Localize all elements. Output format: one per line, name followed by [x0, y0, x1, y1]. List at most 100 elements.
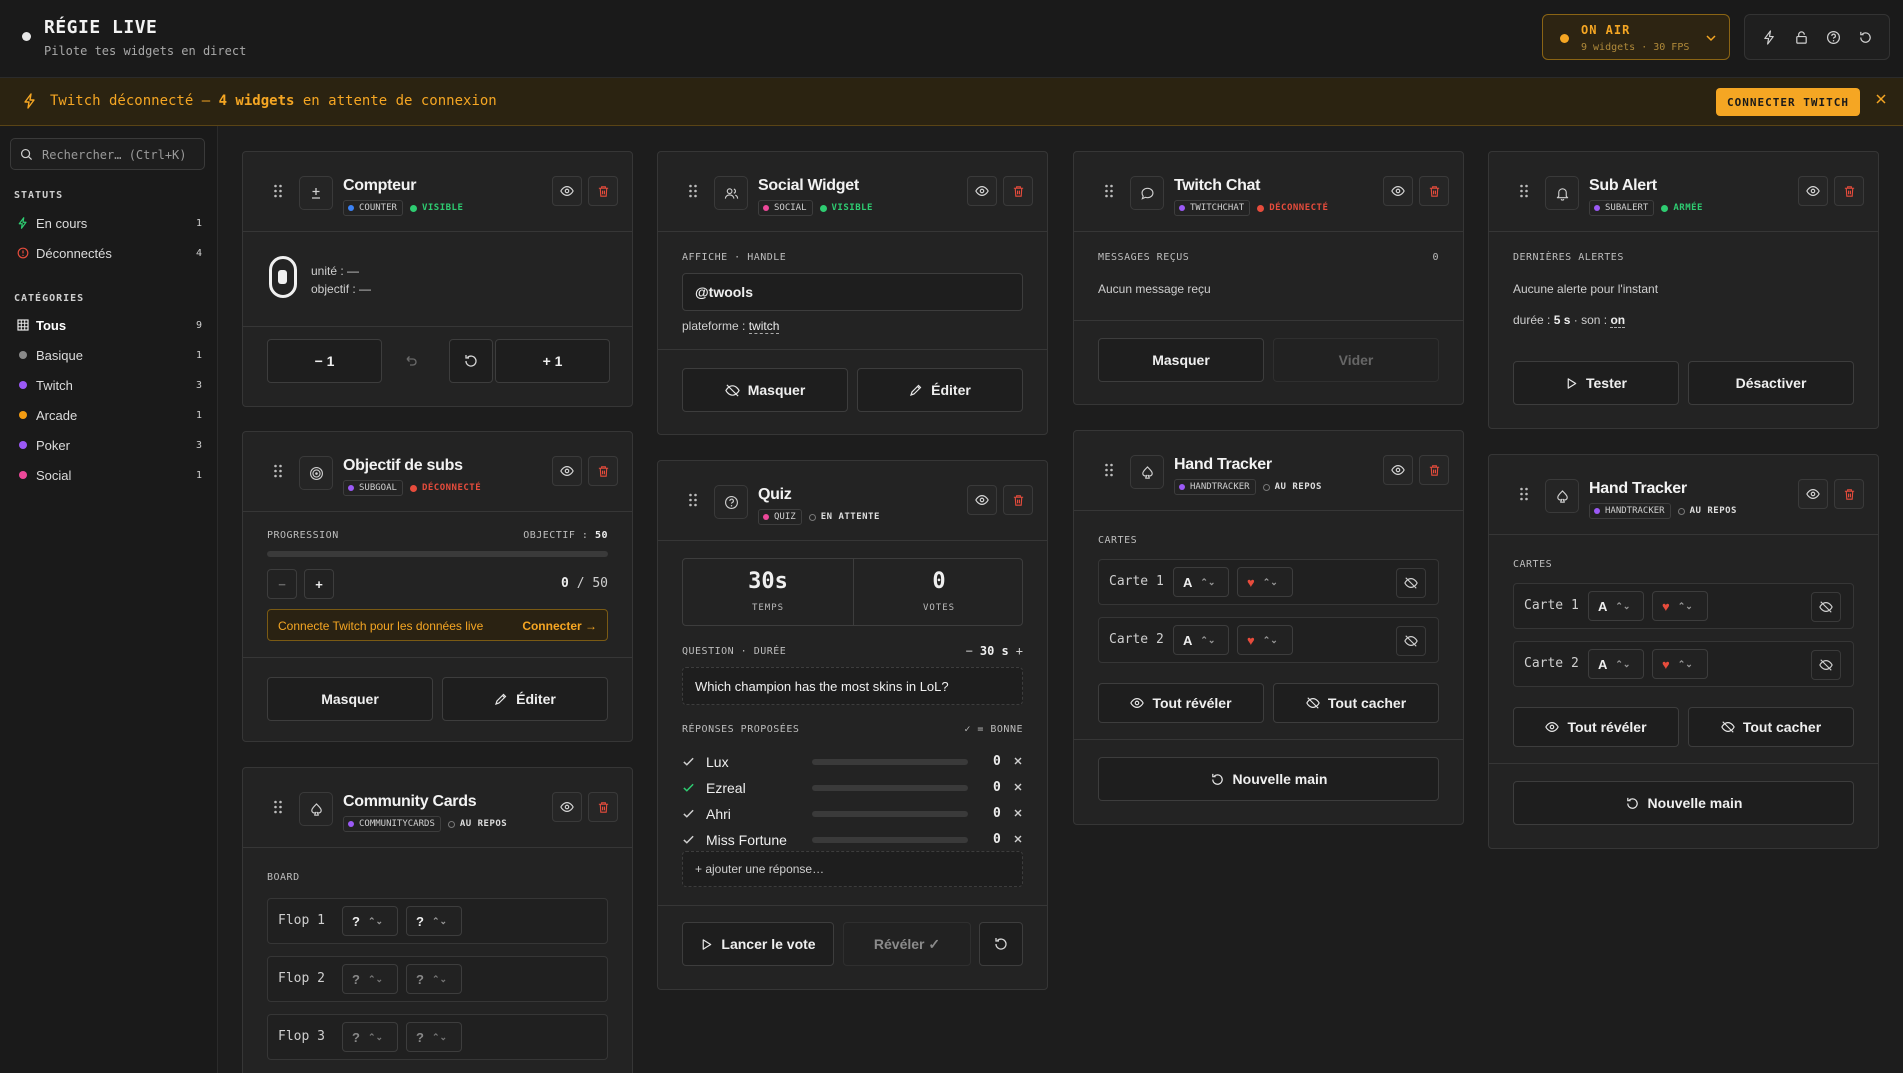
new-hand-button[interactable]: Nouvelle main	[1098, 757, 1439, 801]
hide-card-button[interactable]	[1396, 626, 1426, 656]
drag-handle-icon[interactable]	[1104, 463, 1114, 477]
check-icon[interactable]	[682, 807, 695, 820]
handle-field[interactable]: @twools	[682, 273, 1023, 311]
reset-button[interactable]	[979, 922, 1023, 966]
connect-link[interactable]: Connecter →	[522, 619, 597, 633]
hide-button[interactable]: Masquer	[682, 368, 848, 412]
connect-twitch-button[interactable]: CONNECTER TWITCH	[1716, 88, 1860, 116]
drag-handle-icon[interactable]	[273, 184, 283, 198]
reveal-all-button[interactable]: Tout révéler	[1098, 683, 1264, 723]
increment-goal-button[interactable]: +	[304, 569, 334, 599]
hide-button[interactable]: Masquer	[1098, 338, 1264, 382]
new-hand-button[interactable]: Nouvelle main	[1513, 781, 1854, 825]
delete-button[interactable]	[1419, 176, 1449, 206]
decrement-goal-button[interactable]: −	[267, 569, 297, 599]
hide-all-button[interactable]: Tout cacher	[1273, 683, 1439, 723]
check-icon[interactable]	[682, 755, 695, 768]
unlock-icon[interactable]	[1787, 23, 1815, 51]
remove-answer-icon[interactable]	[1013, 756, 1023, 766]
on-air-selector[interactable]: ON AIR 9 widgets · 30 FPS	[1542, 14, 1730, 60]
card-suit-select[interactable]: ? ⌃⌄	[406, 906, 462, 936]
reveal-button[interactable]: Révéler ✓	[843, 922, 971, 966]
drag-handle-icon[interactable]	[688, 493, 698, 507]
sidebar-item-poker[interactable]: Poker 3	[10, 432, 208, 458]
hide-card-button[interactable]	[1811, 650, 1841, 680]
card-suit-select[interactable]: ? ⌃⌄	[406, 964, 462, 994]
drag-handle-icon[interactable]	[688, 184, 698, 198]
duration-plus-button[interactable]: +	[1016, 644, 1023, 658]
drag-handle-icon[interactable]	[273, 464, 283, 478]
delete-button[interactable]	[588, 792, 618, 822]
remove-answer-icon[interactable]	[1013, 782, 1023, 792]
reset-button[interactable]	[449, 339, 493, 383]
delete-button[interactable]	[1003, 485, 1033, 515]
eye-off-icon	[1404, 577, 1418, 589]
card-rank-select[interactable]: ? ⌃⌄	[342, 906, 398, 936]
card-rank-select[interactable]: A ⌃⌄	[1588, 649, 1644, 679]
hide-button[interactable]: Masquer	[267, 677, 433, 721]
visibility-button[interactable]	[967, 485, 997, 515]
visibility-button[interactable]	[1383, 455, 1413, 485]
visibility-button[interactable]	[1798, 479, 1828, 509]
duration-minus-button[interactable]: −	[966, 644, 973, 658]
delete-button[interactable]	[1419, 455, 1449, 485]
reset-icon[interactable]	[1851, 23, 1879, 51]
search-input[interactable]	[42, 145, 197, 165]
visibility-button[interactable]	[967, 176, 997, 206]
drag-handle-icon[interactable]	[1104, 184, 1114, 198]
visibility-button[interactable]	[552, 792, 582, 822]
delete-button[interactable]	[588, 176, 618, 206]
card-suit-select[interactable]: ? ⌃⌄	[406, 1022, 462, 1052]
delete-button[interactable]	[1834, 176, 1864, 206]
hide-card-button[interactable]	[1396, 568, 1426, 598]
delete-button[interactable]	[1834, 479, 1864, 509]
sidebar-item-deconnectes[interactable]: Déconnectés 4	[10, 240, 208, 266]
visibility-button[interactable]	[552, 176, 582, 206]
card-suit-select[interactable]: ♥ ⌃⌄	[1237, 567, 1293, 597]
check-icon[interactable]	[682, 781, 695, 794]
card-rank-select[interactable]: ? ⌃⌄	[342, 1022, 398, 1052]
test-button[interactable]: Tester	[1513, 361, 1679, 405]
remove-answer-icon[interactable]	[1013, 834, 1023, 844]
delete-button[interactable]	[588, 456, 618, 486]
increment-button[interactable]: + 1	[495, 339, 610, 383]
delete-button[interactable]	[1003, 176, 1033, 206]
sidebar-item-arcade[interactable]: Arcade 1	[10, 402, 208, 428]
help-icon[interactable]	[1819, 23, 1847, 51]
visibility-button[interactable]	[552, 456, 582, 486]
add-answer-field[interactable]: + ajouter une réponse…	[682, 851, 1023, 887]
edit-button[interactable]: Éditer	[442, 677, 608, 721]
bolt-icon[interactable]	[1755, 23, 1783, 51]
hide-card-button[interactable]	[1811, 592, 1841, 622]
sidebar-item-twitch[interactable]: Twitch 3	[10, 372, 208, 398]
sidebar-item-tous[interactable]: Tous 9	[10, 312, 208, 338]
disable-button[interactable]: Désactiver	[1688, 361, 1854, 405]
drag-handle-icon[interactable]	[1519, 184, 1529, 198]
sidebar-item-en-cours[interactable]: En cours 1	[10, 210, 208, 236]
card-rank-select[interactable]: A ⌃⌄	[1588, 591, 1644, 621]
check-icon[interactable]	[682, 833, 695, 846]
remove-answer-icon[interactable]	[1013, 808, 1023, 818]
undo-icon[interactable]	[403, 353, 419, 369]
progress-label: PROGRESSION	[267, 530, 339, 541]
question-field[interactable]: Which champion has the most skins in LoL…	[682, 667, 1023, 705]
close-icon[interactable]	[1874, 92, 1888, 106]
clear-button[interactable]: Vider	[1273, 338, 1439, 382]
card-rank-select[interactable]: A ⌃⌄	[1173, 625, 1229, 655]
edit-button[interactable]: Éditer	[857, 368, 1023, 412]
visibility-button[interactable]	[1798, 176, 1828, 206]
reveal-all-button[interactable]: Tout révéler	[1513, 707, 1679, 747]
drag-handle-icon[interactable]	[273, 800, 283, 814]
start-vote-button[interactable]: Lancer le vote	[682, 922, 834, 966]
card-rank-select[interactable]: ? ⌃⌄	[342, 964, 398, 994]
sidebar-item-social[interactable]: Social 1	[10, 462, 208, 488]
card-suit-select[interactable]: ♥ ⌃⌄	[1652, 591, 1708, 621]
decrement-button[interactable]: − 1	[267, 339, 382, 383]
sidebar-item-basique[interactable]: Basique 1	[10, 342, 208, 368]
card-suit-select[interactable]: ♥ ⌃⌄	[1237, 625, 1293, 655]
card-suit-select[interactable]: ♥ ⌃⌄	[1652, 649, 1708, 679]
hide-all-button[interactable]: Tout cacher	[1688, 707, 1854, 747]
drag-handle-icon[interactable]	[1519, 487, 1529, 501]
visibility-button[interactable]	[1383, 176, 1413, 206]
card-rank-select[interactable]: A ⌃⌄	[1173, 567, 1229, 597]
